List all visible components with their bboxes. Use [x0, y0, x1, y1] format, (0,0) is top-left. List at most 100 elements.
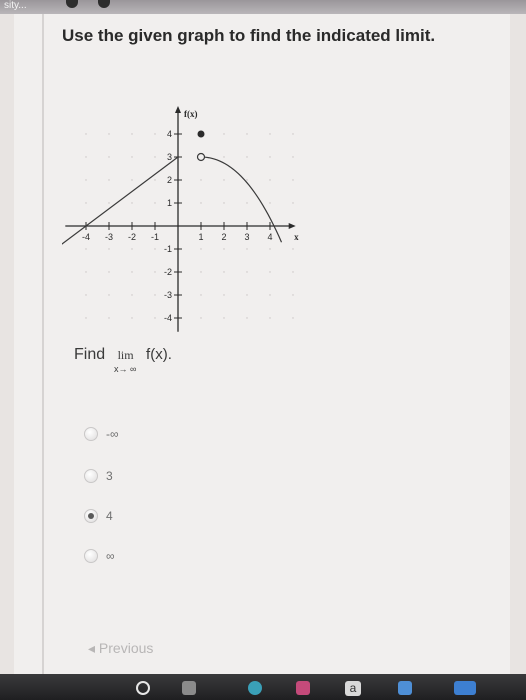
- choice-infinity[interactable]: ∞: [84, 546, 115, 566]
- question-title: Use the given graph to find the indicate…: [62, 26, 436, 45]
- app-icon[interactable]: [296, 681, 310, 695]
- y-tick-label: -2: [164, 267, 172, 277]
- x-tick-label: -2: [128, 232, 136, 242]
- grid-dot: [131, 317, 133, 319]
- grid-dot: [223, 294, 225, 296]
- limit-subscript: x→ ∞: [114, 364, 137, 374]
- limit-prompt: Find lim f(x).: [74, 346, 172, 364]
- grid-dot: [200, 248, 202, 250]
- lim-symbol: lim: [117, 348, 134, 362]
- radio-button[interactable]: [84, 427, 98, 441]
- grid-dot: [292, 248, 294, 250]
- grid-dot: [131, 294, 133, 296]
- grid-dot: [131, 248, 133, 250]
- grid-dot: [269, 271, 271, 273]
- grid-dot: [131, 133, 133, 135]
- app-icon[interactable]: a: [345, 681, 361, 696]
- y-tick-label: -3: [164, 290, 172, 300]
- app-icon[interactable]: [398, 681, 412, 695]
- radio-button-selected[interactable]: [84, 509, 98, 523]
- grid-dot: [131, 179, 133, 181]
- grid-dot: [223, 317, 225, 319]
- grid-dot: [200, 271, 202, 273]
- x-axis-arrow: [288, 223, 296, 229]
- choice-3[interactable]: 3: [84, 466, 113, 486]
- x-tick-label: 2: [221, 232, 226, 242]
- grid-dot: [154, 202, 156, 204]
- grid-dot: [292, 156, 294, 158]
- grid-dot: [200, 317, 202, 319]
- search-icon[interactable]: [136, 681, 150, 695]
- graph-canvas: -4 -3 -2 -1 1 2 3 4 4 3 2 1 -1 -2 -3 -4 f(x) x: [51, 106, 299, 332]
- grid-dot: [108, 133, 110, 135]
- tab-indicator: [66, 0, 78, 8]
- choice-label: 4: [106, 509, 113, 523]
- x-tick-label: 3: [244, 232, 249, 242]
- grid-dot: [131, 156, 133, 158]
- app-icon[interactable]: [454, 681, 476, 695]
- x-tick-label: -3: [105, 232, 113, 242]
- grid-dot: [200, 179, 202, 181]
- choice-4[interactable]: 4: [84, 506, 113, 526]
- grid-dot: [85, 156, 87, 158]
- grid-dot: [269, 317, 271, 319]
- grid-dot: [200, 202, 202, 204]
- x-tick-label: 1: [198, 232, 203, 242]
- grid-dot: [85, 179, 87, 181]
- grid-dot: [154, 179, 156, 181]
- grid-dot: [246, 133, 248, 135]
- grid-dot: [292, 179, 294, 181]
- grid-dot: [292, 202, 294, 204]
- radio-button[interactable]: [84, 549, 98, 563]
- grid-dot: [154, 317, 156, 319]
- grid-dot: [108, 202, 110, 204]
- y-tick-label: 4: [167, 129, 172, 139]
- grid-dot: [108, 179, 110, 181]
- choice-label: -∞: [106, 427, 119, 441]
- previous-button[interactable]: ◂ Previous: [88, 640, 153, 657]
- grid-dot: [85, 294, 87, 296]
- grid-dot: [154, 156, 156, 158]
- grid-dot: [108, 271, 110, 273]
- grid-dot: [223, 133, 225, 135]
- grid-dot: [154, 133, 156, 135]
- grid-dot: [246, 271, 248, 273]
- grid-dot: [246, 156, 248, 158]
- y-tick-label: 3: [167, 152, 172, 162]
- x-tick-label: -1: [151, 232, 159, 242]
- grid-dot: [269, 133, 271, 135]
- choice-neg-infinity[interactable]: -∞: [84, 424, 119, 444]
- grid-dot: [269, 156, 271, 158]
- grid-dot: [154, 271, 156, 273]
- grid-dot: [269, 202, 271, 204]
- page-divider: [42, 14, 44, 674]
- grid-dot: [85, 317, 87, 319]
- grid-dot: [292, 133, 294, 135]
- grid-dot: [108, 317, 110, 319]
- grid-dot: [85, 133, 87, 135]
- find-label: Find: [74, 346, 106, 363]
- browser-top-strip: sity...: [0, 0, 526, 14]
- choice-label: 3: [106, 469, 113, 483]
- grid-dot: [246, 317, 248, 319]
- grid-dot: [292, 317, 294, 319]
- grid-dot: [223, 248, 225, 250]
- grid-dot: [246, 294, 248, 296]
- grid-dot: [292, 294, 294, 296]
- tab-title[interactable]: sity...: [4, 0, 27, 11]
- grid-dot: [269, 294, 271, 296]
- function-notation: f(x).: [146, 346, 172, 363]
- function-graph: -4 -3 -2 -1 1 2 3 4 4 3 2 1 -1 -2 -3 -4 f(x) x: [51, 98, 312, 338]
- y-tick-label: -1: [164, 244, 172, 254]
- grid-dot: [108, 294, 110, 296]
- x-tick-label: -4: [82, 232, 90, 242]
- open-point: [196, 152, 206, 162]
- task-view-icon[interactable]: [182, 681, 196, 695]
- radio-button[interactable]: [84, 469, 98, 483]
- grid-dot: [108, 248, 110, 250]
- grid-dot: [131, 202, 133, 204]
- closed-point: [197, 130, 205, 138]
- taskbar: a: [0, 674, 526, 700]
- curve-segment: [200, 156, 283, 243]
- app-icon[interactable]: [248, 681, 262, 695]
